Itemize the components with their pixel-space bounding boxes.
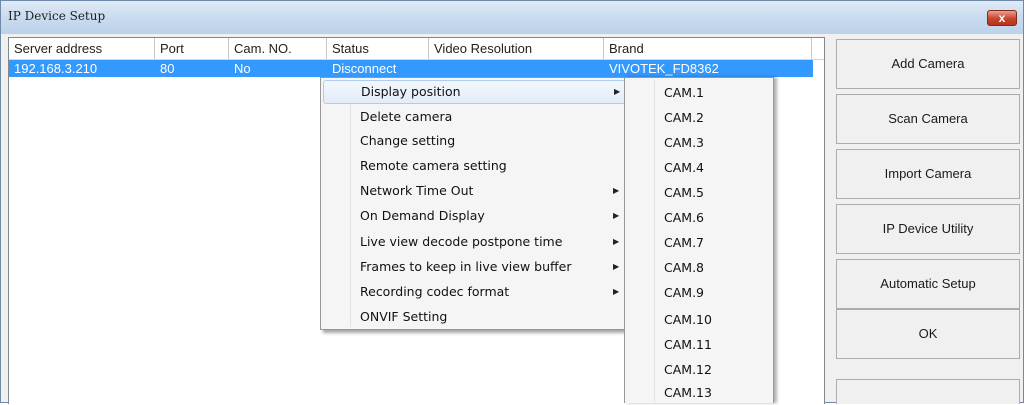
submenu-item-cam-12[interactable]: CAM.12: [627, 358, 771, 382]
submenu-arrow-icon: ▶: [613, 186, 620, 195]
submenu-item-cam-8[interactable]: CAM.8: [627, 256, 771, 280]
menu-item-onvif-setting[interactable]: ONVIF Setting: [323, 305, 626, 329]
ok-button[interactable]: OK: [836, 309, 1020, 359]
cell-port: 80: [160, 61, 175, 76]
submenu-item-cam-5[interactable]: CAM.5: [627, 181, 771, 205]
menu-item-label: Change setting: [360, 133, 456, 148]
menu-item-recording-codec-format[interactable]: Recording codec format ▶: [323, 280, 626, 304]
list-header: Server address Port Cam. NO. Status Vide…: [9, 38, 824, 60]
column-header-brand[interactable]: Brand: [604, 38, 812, 59]
submenu-item-cam-9[interactable]: CAM.9: [627, 281, 771, 305]
menu-item-change-setting[interactable]: Change setting: [323, 129, 626, 153]
column-header-cam-no[interactable]: Cam. NO.: [229, 38, 327, 59]
table-row[interactable]: 192.168.3.210 80 No Disconnect VIVOTEK_F…: [9, 60, 813, 77]
automatic-setup-button[interactable]: Automatic Setup: [836, 259, 1020, 309]
submenu-arrow-icon: ▶: [613, 287, 620, 296]
submenu-item-cam-10[interactable]: CAM.10: [627, 308, 771, 332]
window-title: IP Device Setup: [8, 9, 106, 23]
menu-item-label: Network Time Out: [360, 183, 474, 198]
cell-status: Disconnect: [332, 61, 397, 76]
title-bar: IP Device Setup x: [1, 1, 1023, 34]
column-header-video-resolution[interactable]: Video Resolution: [429, 38, 604, 59]
ip-device-utility-button[interactable]: IP Device Utility: [836, 204, 1020, 254]
submenu-item-cam-4[interactable]: CAM.4: [627, 156, 771, 180]
menu-item-network-time-out[interactable]: Network Time Out ▶: [323, 179, 626, 203]
submenu-item-cam-3[interactable]: CAM.3: [627, 131, 771, 155]
submenu-item-cam-1[interactable]: CAM.1: [627, 81, 771, 105]
menu-item-label: Recording codec format: [360, 284, 510, 299]
cell-cam-no: No: [234, 61, 251, 76]
menu-item-remote-camera-setting[interactable]: Remote camera setting: [323, 154, 626, 178]
menu-item-label: ONVIF Setting: [360, 309, 448, 324]
submenu-arrow-icon: ▶: [613, 211, 620, 220]
submenu-item-cam-2[interactable]: CAM.2: [627, 106, 771, 130]
cell-server-address: 192.168.3.210: [14, 61, 98, 76]
menu-item-label: Display position: [361, 84, 461, 99]
submenu-arrow-icon: ▶: [613, 262, 620, 271]
column-header-port[interactable]: Port: [155, 38, 229, 59]
menu-item-on-demand-display[interactable]: On Demand Display ▶: [323, 204, 626, 228]
display-position-submenu: CAM.1 CAM.2 CAM.3 CAM.4 CAM.5 CAM.6 CAM.…: [624, 77, 774, 405]
menu-item-display-position[interactable]: Display position ▶: [323, 80, 626, 104]
column-header-server-address[interactable]: Server address: [9, 38, 155, 59]
menu-item-label: Remote camera setting: [360, 158, 507, 173]
submenu-item-cam-13[interactable]: CAM.13: [627, 381, 771, 405]
menu-item-label: Frames to keep in live view buffer: [360, 259, 572, 274]
button-panel-bottom: [836, 379, 1020, 404]
add-camera-button[interactable]: Add Camera: [836, 39, 1020, 89]
menu-item-label: Delete camera: [360, 109, 453, 124]
submenu-arrow-icon: ▶: [614, 87, 621, 96]
submenu-item-cam-6[interactable]: CAM.6: [627, 206, 771, 230]
menu-item-frames-to-keep[interactable]: Frames to keep in live view buffer ▶: [323, 255, 626, 279]
close-button[interactable]: x: [987, 10, 1017, 26]
menu-item-label: Live view decode postpone time: [360, 234, 563, 249]
cell-brand: VIVOTEK_FD8362: [609, 61, 719, 76]
context-menu: Display position ▶ Delete camera Change …: [320, 77, 629, 330]
scan-camera-button[interactable]: Scan Camera: [836, 94, 1020, 144]
submenu-item-cam-7[interactable]: CAM.7: [627, 231, 771, 255]
import-camera-button[interactable]: Import Camera: [836, 149, 1020, 199]
menu-item-live-view-decode-postpone-time[interactable]: Live view decode postpone time ▶: [323, 230, 626, 254]
submenu-item-cam-11[interactable]: CAM.11: [627, 333, 771, 357]
menu-item-label: On Demand Display: [360, 208, 485, 223]
column-header-status[interactable]: Status: [327, 38, 429, 59]
menu-item-delete-camera[interactable]: Delete camera: [323, 105, 626, 129]
cell-video-resolution: [429, 60, 604, 77]
submenu-arrow-icon: ▶: [613, 237, 620, 246]
